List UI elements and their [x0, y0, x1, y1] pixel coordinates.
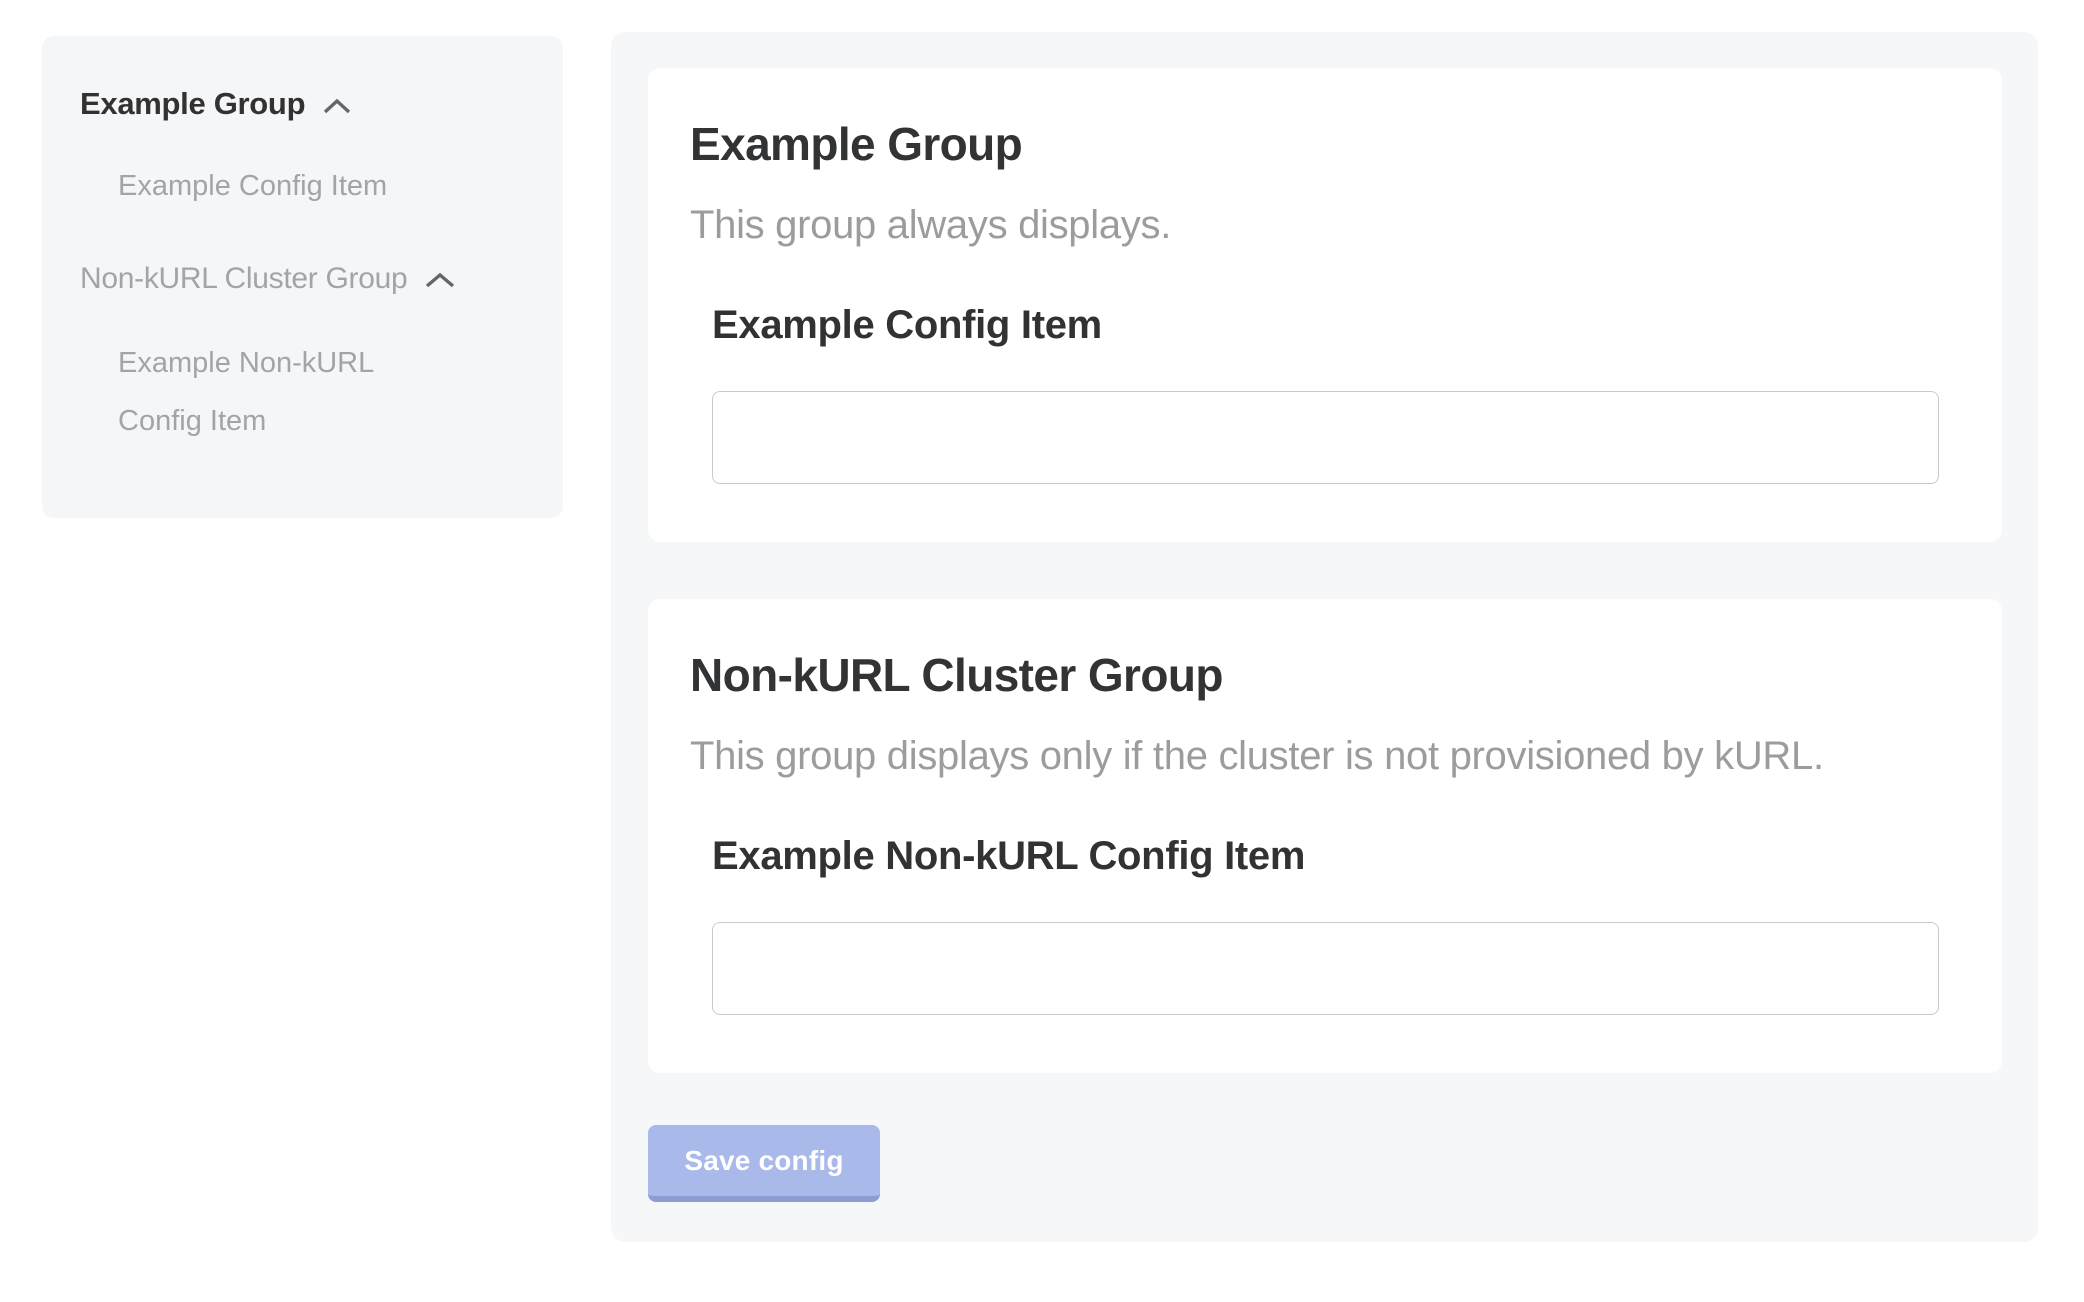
- sidebar-group-non-kurl-cluster-group[interactable]: Non-kURL Cluster Group: [80, 255, 535, 302]
- config-item: Example Non-kURL Config Item: [712, 832, 1939, 1015]
- group-title: Example Group: [690, 118, 1939, 171]
- chevron-up-icon: [424, 258, 456, 302]
- sidebar-group-items: Example Non-kURL Config Item: [80, 334, 535, 450]
- sidebar-group-example-group[interactable]: Example Group: [80, 84, 535, 123]
- config-group-card-example-group: Example Group This group always displays…: [648, 68, 2002, 542]
- config-item: Example Config Item: [712, 301, 1939, 484]
- sidebar-group-label: Example Group: [80, 86, 305, 122]
- group-description: This group always displays.: [690, 201, 1939, 249]
- sidebar-group-label: Non-kURL Cluster Group: [80, 257, 407, 301]
- sidebar-group-items: Example Config Item: [80, 157, 535, 215]
- config-group-card-non-kurl-cluster-group: Non-kURL Cluster Group This group displa…: [648, 599, 2002, 1073]
- config-panel: Example Group This group always displays…: [611, 32, 2038, 1242]
- example-config-item-input[interactable]: [712, 391, 1939, 484]
- save-config-button[interactable]: Save config: [648, 1125, 880, 1202]
- sidebar-item-example-non-kurl-config-item[interactable]: Example Non-kURL Config Item: [118, 334, 448, 450]
- sidebar-item-example-config-item[interactable]: Example Config Item: [118, 157, 448, 215]
- config-item-label: Example Config Item: [712, 301, 1939, 349]
- config-nav-sidebar: Example Group Example Config Item Non-kU…: [42, 36, 563, 518]
- group-description: This group displays only if the cluster …: [690, 732, 1939, 780]
- chevron-up-icon: [322, 87, 352, 123]
- config-item-label: Example Non-kURL Config Item: [712, 832, 1939, 880]
- example-non-kurl-config-item-input[interactable]: [712, 922, 1939, 1015]
- group-title: Non-kURL Cluster Group: [690, 649, 1939, 702]
